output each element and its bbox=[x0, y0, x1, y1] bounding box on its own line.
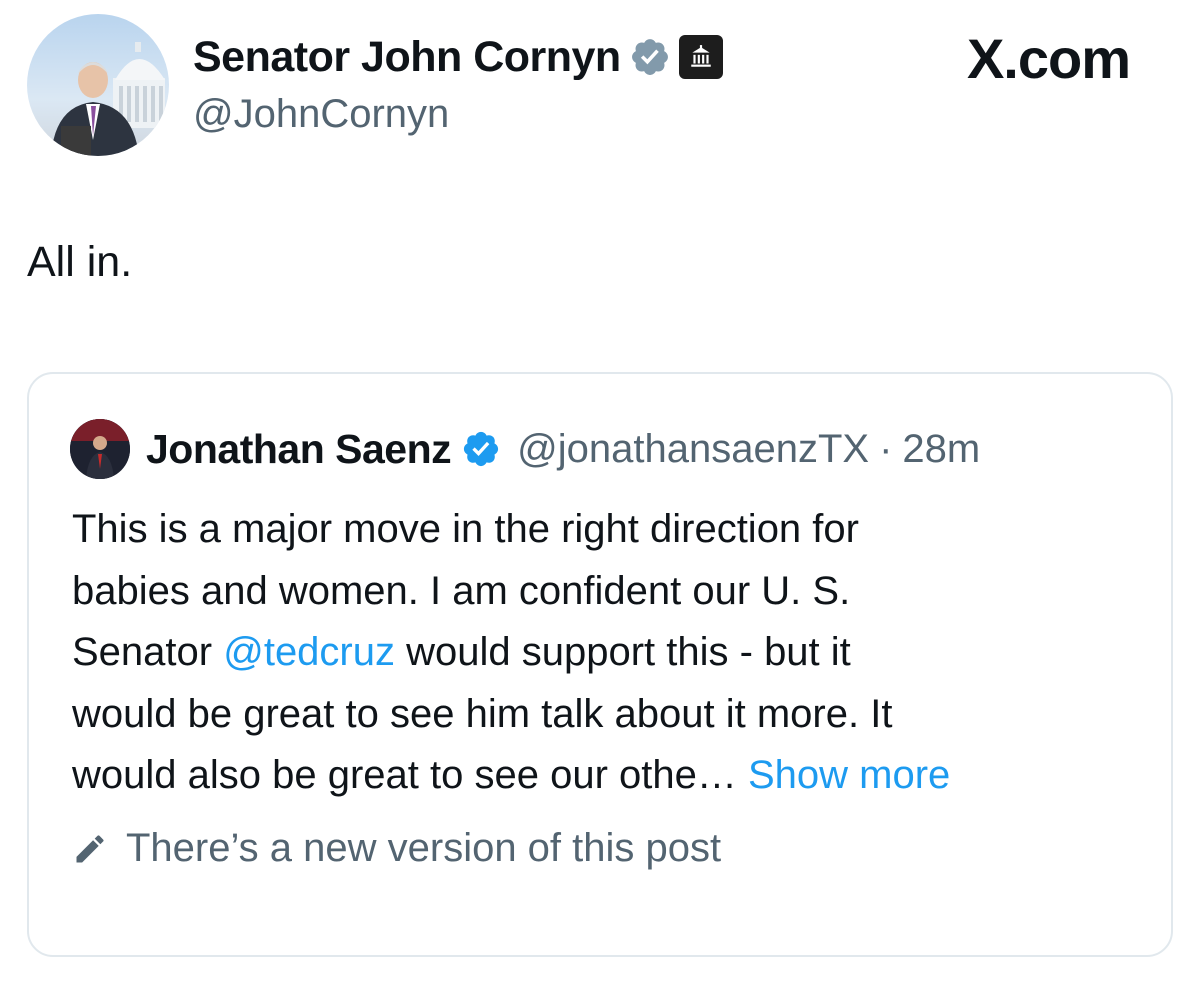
author-handle[interactable]: @JohnCornyn bbox=[193, 92, 449, 137]
body-line: babies and women. I am confident our U. … bbox=[72, 568, 851, 613]
author-header: Senator John Cornyn bbox=[193, 24, 723, 90]
quoted-author-handle[interactable]: @jonathansaenzTX bbox=[517, 427, 869, 472]
pencil-icon bbox=[76, 834, 104, 862]
quoted-author-photo bbox=[70, 419, 130, 479]
body-text: would support this - but it bbox=[395, 630, 851, 674]
body-line: Senator @tedcruz would support this - bu… bbox=[72, 622, 1152, 684]
author-avatar[interactable] bbox=[27, 14, 169, 156]
verified-gray-icon[interactable] bbox=[629, 36, 671, 78]
body-line: This is a major move in the right direct… bbox=[72, 507, 859, 551]
mention-link[interactable]: @tedcruz bbox=[223, 630, 395, 674]
quoted-post-card[interactable]: Jonathan Saenz @jonathansaenzTX · 28m Th… bbox=[27, 372, 1173, 957]
quoted-post-timestamp[interactable]: 28m bbox=[902, 427, 980, 472]
senator-photo bbox=[51, 62, 139, 156]
brand-watermark: X.com bbox=[966, 27, 1131, 90]
body-line: would be great to see him talk about it … bbox=[72, 691, 893, 736]
post-text: All in. bbox=[27, 238, 133, 286]
quoted-post-header: Jonathan Saenz @jonathansaenzTX · 28m bbox=[146, 414, 980, 484]
quoted-post-body: This is a major move in the right direct… bbox=[72, 499, 1152, 807]
government-building-glyph bbox=[690, 45, 711, 67]
edit-notice[interactable]: There’s a new version of this post bbox=[72, 826, 721, 871]
edit-notice-text: There’s a new version of this post bbox=[126, 826, 722, 870]
header-separator: · bbox=[879, 426, 893, 471]
body-text: Senator bbox=[72, 630, 224, 674]
body-line: would also be great to see our othe… Sho… bbox=[72, 745, 1152, 807]
body-text: would also be great to see our othe… bbox=[72, 753, 737, 797]
verified-blue-icon[interactable] bbox=[461, 429, 501, 469]
government-building-icon[interactable] bbox=[678, 35, 723, 79]
show-more-link[interactable]: Show more bbox=[748, 753, 950, 797]
quoted-author-name[interactable]: Jonathan Saenz bbox=[146, 426, 452, 473]
quoted-author-avatar[interactable] bbox=[70, 419, 130, 479]
author-name[interactable]: Senator John Cornyn bbox=[193, 33, 621, 82]
